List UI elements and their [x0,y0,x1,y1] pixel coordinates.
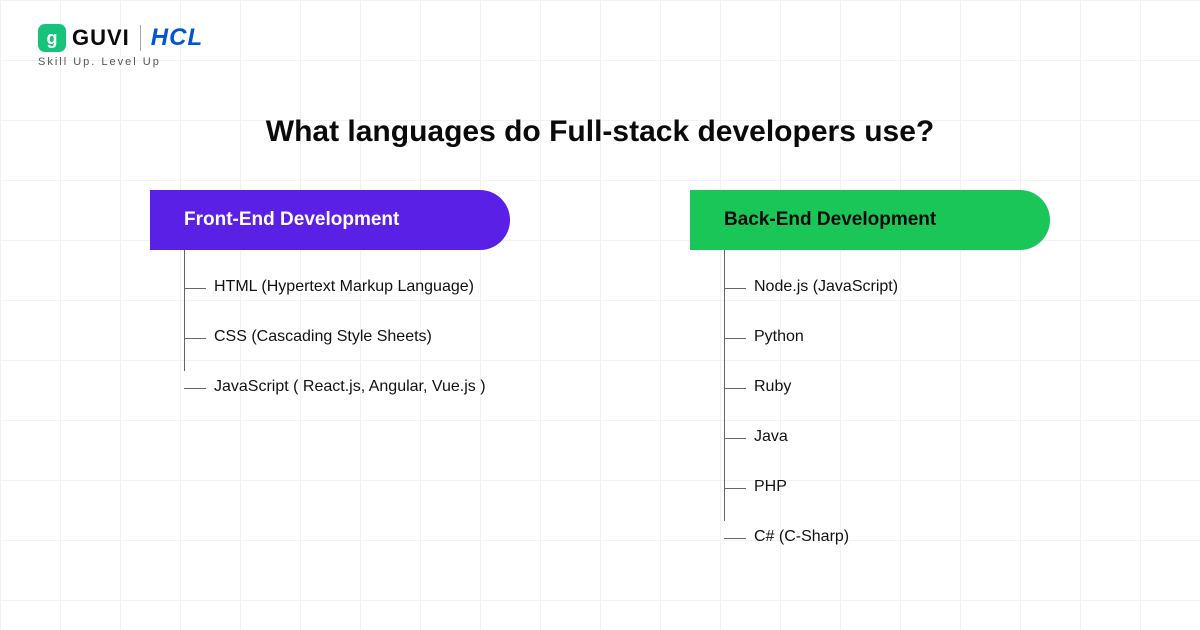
item-label: Java [754,428,788,446]
columns-container: Front-End Development HTML (Hypertext Ma… [0,190,1200,568]
list-item: Python [724,318,1050,368]
list-item: Java [724,418,1050,468]
item-label: Ruby [754,378,791,396]
item-label: Python [754,328,804,346]
column-frontend: Front-End Development HTML (Hypertext Ma… [150,190,510,568]
list-item: Node.js (JavaScript) [724,268,1050,318]
item-label: CSS (Cascading Style Sheets) [214,328,432,346]
guvi-mark-icon: g [38,24,66,52]
brand-header: g GUVI HCL Skill Up. Level Up [38,24,203,68]
list-item: Ruby [724,368,1050,418]
page-title: What languages do Full-stack developers … [0,115,1200,149]
hcl-wordmark: HCL [151,24,203,52]
item-label: C# (C-Sharp) [754,528,849,546]
item-label: Node.js (JavaScript) [754,278,898,296]
frontend-pill-label: Front-End Development [184,209,399,231]
backend-pill-label: Back-End Development [724,209,936,231]
backend-pill: Back-End Development [690,190,1050,250]
list-item: CSS (Cascading Style Sheets) [184,318,510,368]
brand-row: g GUVI HCL [38,24,203,52]
list-item: JavaScript ( React.js, Angular, Vue.js ) [184,368,510,418]
brand-tagline: Skill Up. Level Up [38,56,203,68]
list-item: PHP [724,468,1050,518]
backend-tree: Node.js (JavaScript) Python Ruby Java PH… [724,250,1050,568]
column-backend: Back-End Development Node.js (JavaScript… [690,190,1050,568]
item-label: JavaScript ( React.js, Angular, Vue.js ) [214,378,486,396]
item-label: PHP [754,478,787,496]
brand-divider [140,25,141,51]
guvi-logo: g GUVI [38,24,130,52]
item-label: HTML (Hypertext Markup Language) [214,278,474,296]
guvi-wordmark: GUVI [72,25,130,51]
frontend-pill: Front-End Development [150,190,510,250]
list-item: C# (C-Sharp) [724,518,1050,568]
frontend-tree: HTML (Hypertext Markup Language) CSS (Ca… [184,250,510,418]
list-item: HTML (Hypertext Markup Language) [184,268,510,318]
